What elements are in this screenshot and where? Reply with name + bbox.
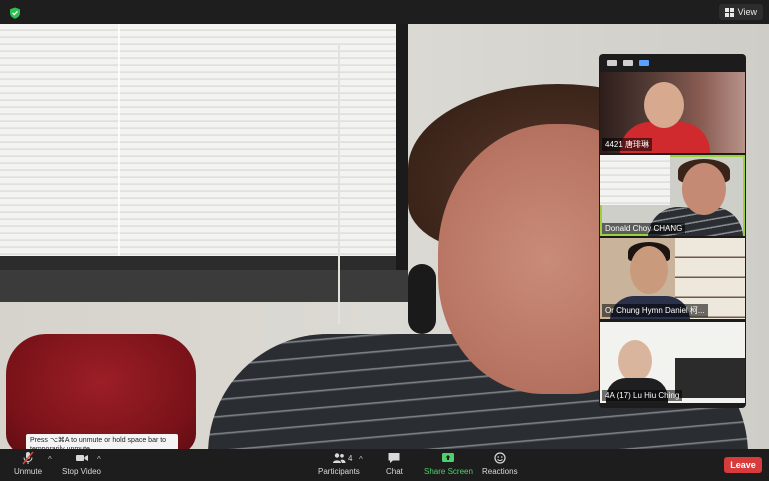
video-camera-icon (75, 455, 88, 461)
chat-button[interactable]: Chat (386, 451, 403, 476)
gallery-controls (599, 54, 754, 72)
participant-face (630, 246, 668, 294)
participants-options-chevron-icon[interactable]: ^ (359, 455, 363, 464)
blinds-cord (118, 24, 120, 256)
participant-name: Or Chung Hymn Daniel 柯... (602, 304, 708, 317)
chat-label: Chat (386, 467, 403, 476)
main-video: 4421 唐琲琳 Donald Choy CHANG Or Chung Hymn… (0, 24, 769, 449)
shield-icon[interactable] (9, 6, 21, 19)
stop-video-button[interactable]: Stop Video (62, 451, 101, 476)
participants-button[interactable]: Participants (318, 451, 360, 476)
participant-face (682, 163, 726, 215)
participants-count: 4 (348, 454, 353, 463)
participant-tile[interactable]: 4421 唐琲琳 (600, 72, 745, 153)
participant-name: Donald Choy CHANG (602, 223, 686, 234)
view-label: View (737, 7, 757, 17)
tile-blinds (600, 155, 670, 205)
view-button[interactable]: View (718, 4, 763, 20)
gallery-panel: 4421 唐琲琳 Donald Choy CHANG Or Chung Hymn… (599, 54, 746, 408)
strip-view-icon[interactable] (639, 60, 649, 66)
participant-face (618, 340, 652, 382)
unmute-label: Unmute (14, 467, 43, 476)
meeting-toolbar: Unmute ^ Stop Video ^ Participants 4 ^ C… (0, 449, 769, 481)
sofa (675, 358, 745, 398)
participants-label: Participants (318, 467, 360, 476)
participant-tile[interactable]: 4A (17) Lu Hiu Ching (600, 322, 745, 403)
reactions-button[interactable]: Reactions (482, 451, 518, 476)
leave-button[interactable]: Leave (724, 457, 762, 473)
grid-icon (724, 7, 734, 17)
red-chair (6, 334, 196, 449)
chat-icon (388, 453, 400, 463)
stop-video-label: Stop Video (62, 467, 101, 476)
reactions-label: Reactions (482, 467, 518, 476)
participant-tile[interactable]: Or Chung Hymn Daniel 柯... (600, 238, 745, 319)
participants-icon (332, 453, 346, 463)
audio-options-chevron-icon[interactable]: ^ (48, 455, 52, 464)
participant-tile-active[interactable]: Donald Choy CHANG (600, 155, 745, 236)
participant-name: 4A (17) Lu Hiu Ching (602, 390, 683, 401)
video-options-chevron-icon[interactable]: ^ (97, 455, 101, 464)
minimize-icon[interactable] (607, 60, 617, 66)
headset (408, 264, 436, 334)
unmute-button[interactable]: Unmute (14, 451, 42, 476)
muted-mic-icon (22, 451, 34, 465)
share-screen-button[interactable]: Share Screen (424, 451, 473, 476)
participant-name: 4421 唐琲琳 (602, 138, 653, 151)
reactions-icon (494, 452, 506, 464)
single-view-icon[interactable] (623, 60, 633, 66)
share-screen-label: Share Screen (424, 467, 473, 476)
share-screen-icon (442, 453, 455, 462)
participant-face (644, 82, 684, 128)
top-bar: View (0, 0, 769, 24)
